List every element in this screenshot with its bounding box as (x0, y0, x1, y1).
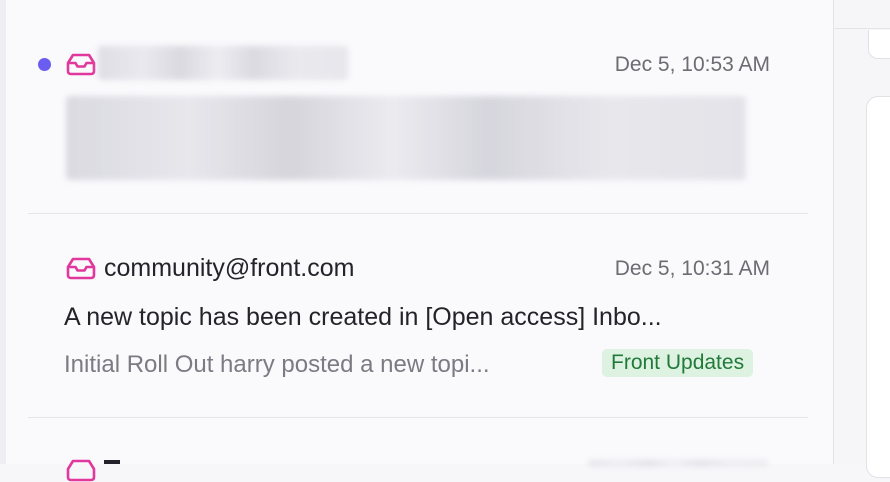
truncated-sender (104, 460, 120, 464)
detail-pane (834, 0, 890, 478)
tag-badge[interactable]: Front Updates (602, 349, 754, 377)
truncated-time (588, 460, 768, 466)
inbox-icon (66, 257, 96, 280)
conversation-item[interactable] (28, 418, 808, 482)
conversation-preview: Initial Roll Out harry posted a new topi… (64, 351, 490, 378)
conversation-item[interactable]: Dec 5, 10:53 AM (28, 0, 808, 214)
redacted-sender (98, 46, 348, 80)
conversation-list: Dec 5, 10:53 AM community@front.com Dec … (0, 0, 834, 482)
unread-dot (38, 58, 51, 71)
redacted-subject (66, 96, 746, 180)
list-left-edge (0, 0, 6, 464)
conversation-item[interactable]: community@front.com Dec 5, 10:31 AM A ne… (28, 214, 808, 418)
conversation-time: Dec 5, 10:31 AM (614, 257, 770, 280)
detail-pane-header-line (834, 28, 890, 29)
detail-card (866, 96, 890, 478)
conversation-subject: A new topic has been created in [Open ac… (64, 303, 662, 331)
conversation-time: Dec 5, 10:53 AM (614, 53, 770, 76)
detail-card-top (868, 30, 890, 59)
inbox-icon (66, 53, 96, 76)
inbox-icon (66, 459, 96, 482)
sender-address: community@front.com (104, 254, 355, 282)
